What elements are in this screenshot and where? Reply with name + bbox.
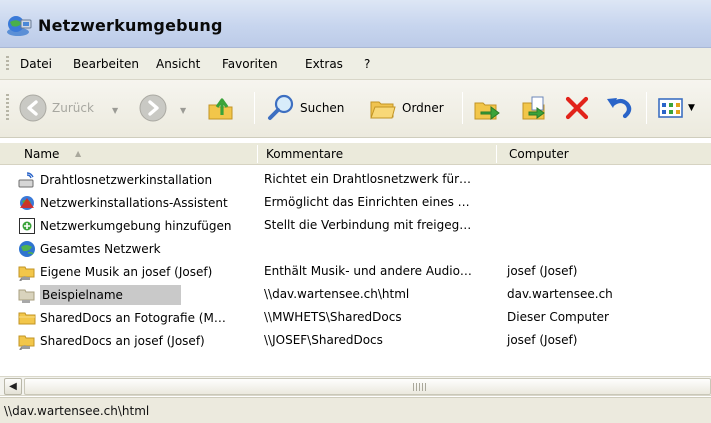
search-label: Suchen — [300, 101, 345, 115]
undo-icon — [607, 98, 632, 119]
search-icon — [268, 94, 294, 120]
folders-label: Ordner — [402, 101, 444, 115]
menu-bar-grip[interactable] — [6, 56, 9, 72]
menu-bearbeiten[interactable]: Bearbeiten — [73, 57, 139, 71]
search-button[interactable]: Suchen — [266, 92, 344, 124]
list-item[interactable]: Netzwerkinstallations-Assistent Ermöglic… — [0, 191, 711, 214]
folders-icon — [370, 101, 396, 119]
copy-to-button[interactable] — [520, 92, 550, 124]
network-places-icon — [7, 16, 32, 36]
copy-to-folder-icon — [522, 96, 545, 120]
back-dropdown-icon[interactable]: ▼ — [112, 106, 118, 115]
item-comment: Richtet ein Drahtlosnetzwerk für… — [264, 172, 472, 186]
network-wizard-icon — [20, 195, 34, 210]
scrollbar-thumb[interactable] — [24, 378, 711, 395]
item-comment: Stellt die Verbindung mit freigeg… — [264, 218, 472, 232]
menu-datei[interactable]: Datei — [20, 57, 52, 71]
back-button[interactable]: Zurück — [18, 92, 94, 124]
item-computer: Dieser Computer — [507, 310, 609, 324]
undo-button[interactable] — [604, 92, 634, 124]
item-computer: dav.wartensee.ch — [507, 287, 613, 301]
folders-button[interactable]: Ordner — [368, 92, 444, 124]
column-separator[interactable] — [496, 145, 497, 163]
views-dropdown-icon[interactable]: ▼ — [688, 103, 695, 113]
item-name: Netzwerkinstallations-Assistent — [40, 195, 228, 210]
column-header-computer[interactable]: Computer — [509, 147, 569, 161]
up-folder-button[interactable] — [206, 92, 236, 124]
file-list: Drahtlosnetzwerkinstallation Richtet ein… — [0, 166, 711, 366]
list-item[interactable]: Netzwerkumgebung hinzufügen Stellt die V… — [0, 214, 711, 237]
add-network-place-icon — [19, 217, 35, 234]
list-item[interactable]: Gesamtes Netzwerk — [0, 237, 711, 260]
item-name: Beispielname — [40, 284, 181, 305]
menu-bar: Datei Bearbeiten Ansicht Favoriten Extra… — [0, 48, 711, 80]
column-header-comment[interactable]: Kommentare — [266, 147, 343, 161]
toolbar: Zurück ▼ ▼ Suchen Ordner ▼ — [0, 80, 711, 138]
toolbar-grip[interactable] — [6, 94, 9, 122]
status-bar: \\dav.wartensee.ch\html — [0, 397, 711, 423]
network-folder-icon — [18, 266, 35, 281]
network-folder-icon — [18, 289, 35, 303]
toolbar-separator — [254, 92, 255, 124]
item-name: SharedDocs an josef (Josef) — [40, 333, 205, 348]
title-bar: Netzwerkumgebung — [0, 0, 711, 48]
item-comment: Enthält Musik- und andere Audio… — [264, 264, 472, 278]
wireless-setup-icon — [18, 171, 34, 187]
folder-icon — [18, 312, 36, 324]
toolbar-separator — [646, 92, 647, 124]
scroll-left-button[interactable]: ◀ — [4, 378, 22, 395]
views-button[interactable]: ▼ — [656, 92, 695, 124]
status-text: \\dav.wartensee.ch\html — [4, 404, 150, 418]
network-folder-icon — [18, 335, 35, 350]
sort-ascending-icon: ▲ — [75, 149, 82, 158]
views-grid-icon — [658, 98, 683, 118]
forward-button[interactable] — [138, 92, 168, 124]
menu-ansicht[interactable]: Ansicht — [156, 57, 200, 71]
item-comment: \\JOSEF\SharedDocs — [264, 333, 383, 347]
list-item[interactable]: Drahtlosnetzwerkinstallation Richtet ein… — [0, 168, 711, 191]
list-item[interactable]: Eigene Musik an josef (Josef) Enthält Mu… — [0, 260, 711, 283]
back-arrow-icon — [19, 94, 47, 122]
delete-x-icon — [565, 96, 589, 120]
scrollbar-grip-icon — [413, 383, 427, 391]
item-computer: josef (Josef) — [507, 264, 578, 278]
horizontal-scrollbar[interactable]: ◀ — [0, 376, 711, 396]
menu-extras[interactable]: Extras — [305, 57, 343, 71]
item-name: SharedDocs an Fotografie (M… — [40, 310, 226, 325]
move-to-button[interactable] — [472, 92, 502, 124]
item-comment: \\dav.wartensee.ch\html — [264, 287, 410, 301]
list-item[interactable]: SharedDocs an josef (Josef) \\JOSEF\Shar… — [0, 329, 711, 352]
back-label: Zurück — [52, 101, 94, 115]
up-folder-icon — [208, 98, 233, 120]
menu-help[interactable]: ? — [364, 57, 370, 71]
forward-arrow-icon — [139, 94, 167, 122]
column-header-name[interactable]: Name — [24, 147, 59, 161]
item-name: Gesamtes Netzwerk — [40, 241, 161, 256]
column-headers: Name ▲ Kommentare Computer — [0, 143, 711, 165]
window-title: Netzwerkumgebung — [38, 16, 223, 35]
move-to-folder-icon — [474, 102, 500, 120]
item-name: Netzwerkumgebung hinzufügen — [40, 218, 232, 233]
globe-icon — [19, 240, 35, 257]
list-item[interactable]: SharedDocs an Fotografie (M… \\MWHETS\Sh… — [0, 306, 711, 329]
menu-favoriten[interactable]: Favoriten — [222, 57, 278, 71]
item-comment: \\MWHETS\SharedDocs — [264, 310, 402, 324]
delete-button[interactable] — [562, 92, 592, 124]
toolbar-separator — [462, 92, 463, 124]
item-computer: josef (Josef) — [507, 333, 578, 347]
forward-dropdown-icon[interactable]: ▼ — [180, 106, 186, 115]
list-item-selected[interactable]: Beispielname \\dav.wartensee.ch\html dav… — [0, 283, 711, 306]
item-name: Drahtlosnetzwerkinstallation — [40, 172, 213, 187]
column-separator[interactable] — [257, 145, 258, 163]
item-name: Eigene Musik an josef (Josef) — [40, 264, 213, 279]
item-comment: Ermöglicht das Einrichten eines … — [264, 195, 470, 209]
